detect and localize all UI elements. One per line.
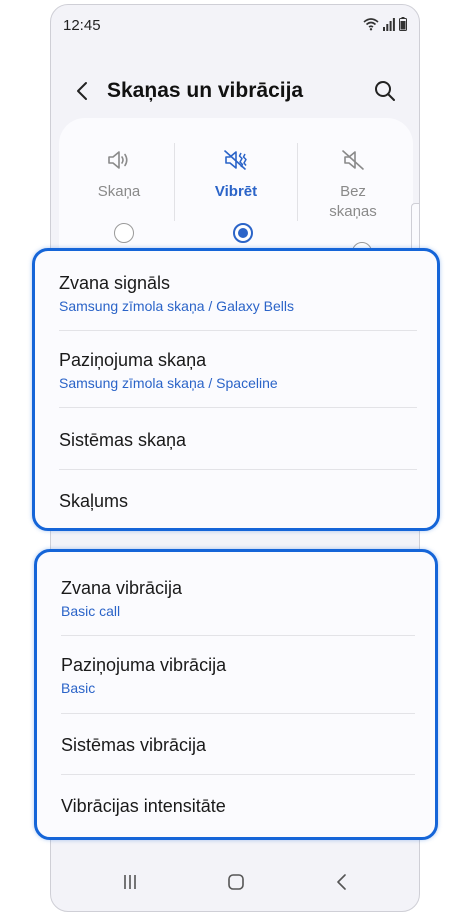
item-subtitle: Samsung zīmola skaņa / Galaxy Bells — [59, 298, 294, 314]
item-title: Zvana vibrācija — [61, 578, 183, 598]
list-item-call-vibration[interactable]: Zvana vibrācija Basic call — [61, 576, 415, 620]
list-item-system-sound[interactable]: Sistēmas skaņa — [59, 428, 417, 452]
divider — [59, 469, 417, 470]
chevron-left-icon[interactable] — [69, 77, 97, 105]
back-icon[interactable] — [327, 867, 357, 897]
item-title: Sistēmas vibrācija — [61, 735, 207, 755]
app-header: Skaņas un vibrācija — [51, 67, 419, 117]
search-icon[interactable] — [371, 77, 399, 105]
mode-label-vibrate: Vibrēt — [214, 183, 258, 200]
speaker-icon — [108, 151, 128, 169]
recents-icon[interactable] — [115, 867, 145, 897]
item-subtitle: Basic — [61, 680, 96, 696]
radio-vibrate[interactable] — [233, 223, 253, 243]
status-icons — [363, 17, 407, 31]
item-title: Skaļums — [59, 491, 129, 511]
list-item-notification-sound[interactable]: Paziņojuma skaņa Samsung zīmola skaņa / … — [59, 348, 417, 392]
divider — [59, 407, 417, 408]
page-title: Skaņas un vibrācija — [107, 79, 304, 102]
list-item-vibration-intensity[interactable]: Vibrācijas intensitāte — [61, 794, 415, 818]
divider — [61, 774, 415, 775]
radio-sound[interactable] — [114, 223, 134, 243]
battery-icon — [399, 17, 407, 31]
item-title: Sistēmas skaņa — [59, 430, 187, 450]
list-item-system-vibration[interactable]: Sistēmas vibrācija — [61, 733, 415, 757]
mode-option-mute[interactable]: Bez skaņas — [293, 148, 413, 222]
mode-label-sound: Skaņa — [97, 183, 141, 200]
status-time: 12:45 — [63, 17, 101, 34]
sound-settings-card: Zvana signāls Samsung zīmola skaņa / Gal… — [32, 248, 440, 531]
mode-label-mute: Bez skaņas — [329, 183, 377, 220]
item-subtitle: Samsung zīmola skaņa / Spaceline — [59, 375, 278, 391]
list-item-volume[interactable]: Skaļums — [59, 489, 417, 513]
item-subtitle: Basic call — [61, 603, 121, 619]
item-title: Zvana signāls — [59, 273, 171, 293]
mode-option-sound[interactable]: Skaņa — [59, 148, 179, 202]
item-title: Paziņojuma skaņa — [59, 350, 207, 370]
item-title: Paziņojuma vibrācija — [61, 655, 227, 675]
scroll-edge — [411, 203, 419, 253]
status-bar: 12:45 — [51, 5, 419, 45]
divider — [61, 635, 415, 636]
home-icon[interactable] — [221, 867, 251, 897]
divider — [61, 713, 415, 714]
navigation-bar — [51, 851, 419, 911]
mute-icon — [342, 150, 364, 170]
divider — [59, 330, 417, 331]
mode-divider — [174, 143, 175, 221]
mode-option-vibrate[interactable]: Vibrēt — [176, 148, 296, 202]
list-item-notification-vibration[interactable]: Paziņojuma vibrācija Basic — [61, 653, 415, 697]
list-item-ringtone[interactable]: Zvana signāls Samsung zīmola skaņa / Gal… — [59, 271, 417, 315]
wifi-icon — [363, 18, 379, 31]
signal-icon — [383, 17, 395, 31]
vibrate-icon — [224, 150, 247, 170]
item-title: Vibrācijas intensitāte — [61, 796, 226, 816]
vibration-settings-card: Zvana vibrācija Basic call Paziņojuma vi… — [34, 549, 438, 840]
